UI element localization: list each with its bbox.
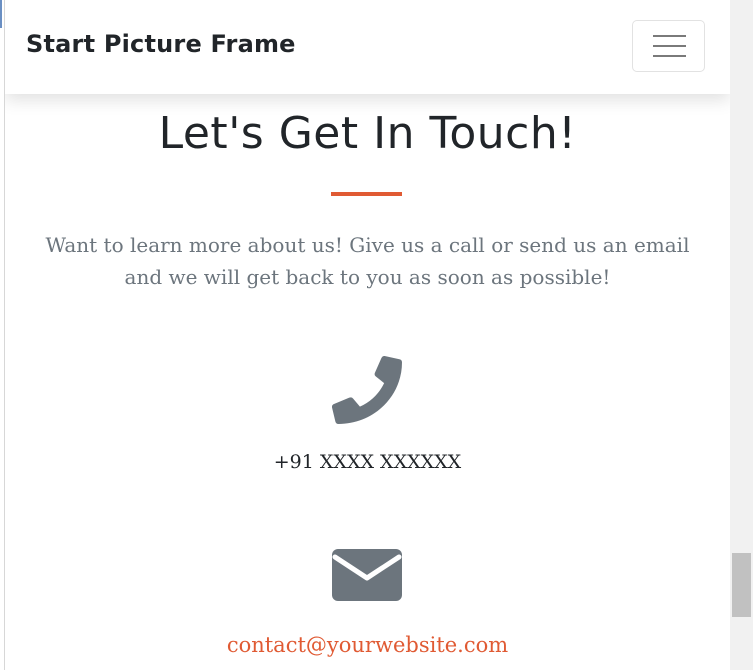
contact-title: Let's Get In Touch! xyxy=(158,108,577,159)
scrollbar-thumb[interactable] xyxy=(732,553,751,617)
title-divider xyxy=(331,192,402,196)
navbar-toggle-button[interactable] xyxy=(632,20,705,72)
navbar: Start Picture Frame xyxy=(5,0,730,94)
contact-lead-text: Want to learn more about us! Give us a c… xyxy=(45,233,690,289)
phone-icon xyxy=(332,356,402,424)
email-link[interactable]: contact@yourwebsite.com xyxy=(5,630,730,660)
hamburger-menu-icon xyxy=(653,35,686,57)
envelope-icon xyxy=(332,549,402,601)
page: Start Picture Frame Let's Get In Touch! … xyxy=(5,0,730,670)
navbar-brand[interactable]: Start Picture Frame xyxy=(26,30,296,58)
window-edge-accent xyxy=(0,0,2,28)
phone-number: +91 XXXX XXXXXX xyxy=(273,451,462,473)
page-scrollbar[interactable] xyxy=(730,0,753,670)
